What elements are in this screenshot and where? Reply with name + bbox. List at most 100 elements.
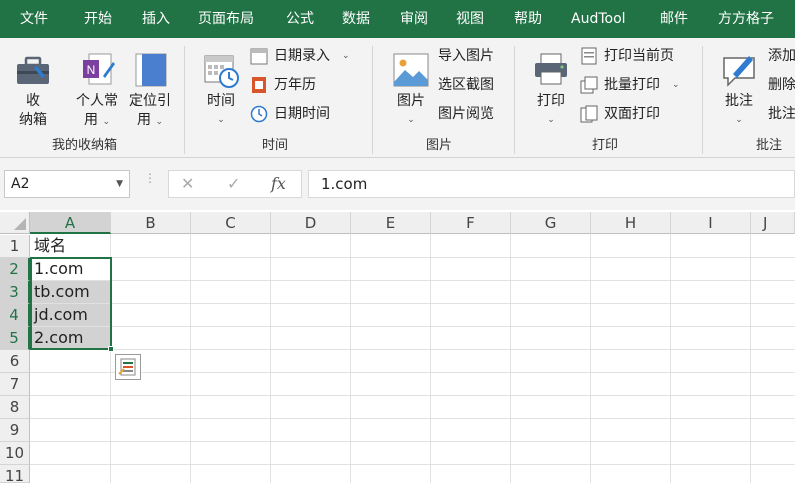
ribbon-tab-bar: 文件 开始 插入 页面布局 公式 数据 审阅 视图 帮助 AudTool 邮件 … [0,0,795,38]
tab-page-layout[interactable]: 页面布局 [198,0,254,38]
cell-a1[interactable]: 域名 [31,235,111,257]
tab-view[interactable]: 视图 [456,0,484,38]
column-header-a[interactable]: A [30,212,111,234]
delete-comment-button[interactable]: 删除 [768,74,795,96]
import-picture-button[interactable]: 导入图片 [438,45,494,67]
picture-viewer-label: 图片阅览 [438,106,494,122]
add-comment-button[interactable]: 添加 [768,45,795,67]
duplex-print-button[interactable]: 双面打印 [580,103,660,125]
row-header-1[interactable]: 1 [0,235,30,258]
drag-handle[interactable]: ⋮ [144,172,156,191]
row-header-7[interactable]: 7 [0,373,30,396]
perpetual-calendar-button[interactable]: 万年历 [250,74,316,96]
date-time-button[interactable]: 日期时间 [250,103,330,125]
annotate-label: 批注 [725,93,753,109]
gridline [270,234,271,483]
svg-text:N: N [87,63,96,77]
personal-common-label-1: 个人常 [76,93,118,109]
formula-input[interactable]: 1.com [308,170,795,198]
column-header-f[interactable]: F [431,212,511,234]
row-header-5[interactable]: 5 [0,327,30,350]
quick-analysis-button[interactable] [115,354,141,380]
date-entry-button[interactable]: 日期录入 ⌄ [250,45,350,67]
cell-a2[interactable]: 1.com [31,258,111,280]
column-header-b[interactable]: B [111,212,191,234]
onenote-icon: N [83,53,115,85]
picture-viewer-button[interactable]: 图片阅览 [438,103,494,125]
tab-file[interactable]: 文件 [20,0,48,38]
time-button[interactable]: 时间 ⌄ [198,46,244,130]
row-header-4[interactable]: 4 [0,304,30,327]
group-separator [372,46,373,154]
column-header-j[interactable]: J [751,212,795,234]
chevron-down-icon: ⌄ [155,117,163,127]
add-comment-label: 添加 [768,48,795,64]
column-header-d[interactable]: D [271,212,351,234]
personal-common-label-2-row: 用 ⌄ [70,111,124,132]
storage-box-label-2: 纳箱 [19,112,47,128]
batch-print-label: 批量打印 [604,77,660,93]
tab-data[interactable]: 数据 [342,0,370,38]
column-header-g[interactable]: G [511,212,591,234]
printer-icon [535,53,567,85]
annotate-button[interactable]: 批注 ⌄ [716,46,762,130]
clock-icon [250,105,268,123]
cell-a4[interactable]: jd.com [31,304,111,326]
locate-reference-button[interactable]: 定位引 用 ⌄ [124,46,176,132]
name-box[interactable]: A2 ▼ [4,170,130,198]
personal-common-button[interactable]: N 个人常 用 ⌄ [70,46,124,132]
row-header-10[interactable]: 10 [0,442,30,465]
select-all-corner[interactable] [0,212,30,234]
cancel-icon[interactable]: ✕ [181,174,194,193]
group-label-annotate: 批注 [756,138,783,153]
locate-reference-label-1: 定位引 [129,93,171,109]
tab-audtool[interactable]: AudTool [571,0,626,38]
picture-icon [393,53,429,87]
row-header-8[interactable]: 8 [0,396,30,419]
cell-a5[interactable]: 2.com [31,327,111,349]
import-picture-label: 导入图片 [438,48,494,64]
cell-a3[interactable]: tb.com [31,281,111,303]
gridline [30,372,795,373]
delete-comment-label: 删除 [768,77,795,93]
column-header-e[interactable]: E [351,212,431,234]
print-button[interactable]: 打印 ⌄ [528,46,574,130]
formula-buttons: ✕ ✓ fx [168,170,302,198]
tab-home[interactable]: 开始 [84,0,112,38]
fill-handle[interactable] [108,346,114,352]
tab-fangfanggezi[interactable]: 方方格子 [718,0,774,38]
tab-mailings[interactable]: 邮件 [660,0,688,38]
print-current-page-button[interactable]: 打印当前页 [580,45,674,67]
row-header-6[interactable]: 6 [0,350,30,373]
column-header-c[interactable]: C [191,212,271,234]
tab-help[interactable]: 帮助 [514,0,542,38]
toolbox-icon [17,56,49,84]
gridline [590,234,591,483]
tab-formulas[interactable]: 公式 [286,0,314,38]
date-entry-label: 日期录入 [274,48,330,64]
insert-function-icon[interactable]: fx [271,174,286,193]
batch-print-button[interactable]: 批量打印 ⌄ [580,74,680,96]
gridline [30,418,795,419]
row-header-2[interactable]: 2 [0,258,30,281]
gridline [190,234,191,483]
column-header-h[interactable]: H [591,212,671,234]
tab-insert[interactable]: 插入 [142,0,170,38]
picture-button[interactable]: 图片 ⌄ [388,46,434,130]
column-header-i[interactable]: I [671,212,751,234]
chevron-down-icon[interactable]: ▼ [116,171,123,197]
enter-icon[interactable]: ✓ [227,174,240,193]
row-header-9[interactable]: 9 [0,419,30,442]
storage-box-button[interactable]: 收 纳箱 [8,46,58,130]
group-separator [702,46,703,154]
select-all-triangle-icon [14,218,26,230]
region-screenshot-label: 选区截图 [438,77,494,93]
comment-more-button[interactable]: 批注 [768,103,795,125]
calendar-clock-icon [204,55,239,88]
tab-review[interactable]: 审阅 [400,0,428,38]
region-screenshot-button[interactable]: 选区截图 [438,74,494,96]
gridline [30,326,795,327]
gridline [30,257,795,258]
row-header-3[interactable]: 3 [0,281,30,304]
row-header-11[interactable]: 11 [0,465,30,483]
